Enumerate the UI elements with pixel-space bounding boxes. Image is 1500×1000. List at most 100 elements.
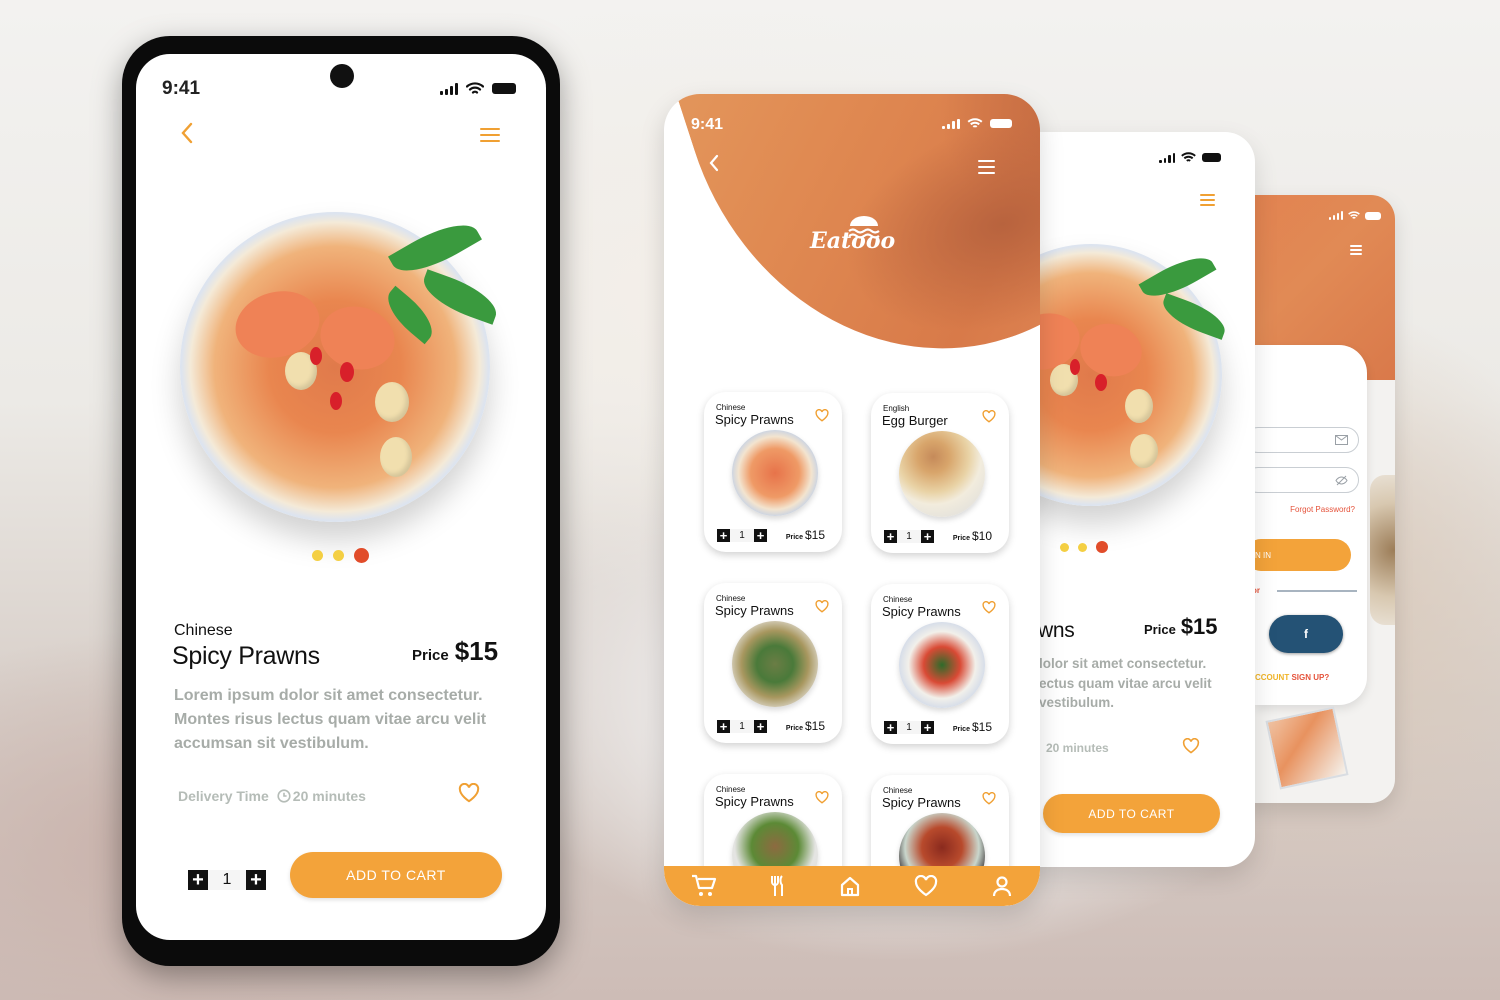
login-card: Forgot Password? N IN or f CCOUNT SIGN U…: [1245, 345, 1367, 705]
menu-item-card[interactable]: Chinese Spicy Prawns + 1 + Price$15: [871, 584, 1009, 744]
back-chevron-icon[interactable]: [708, 154, 720, 172]
favorite-heart-icon[interactable]: [1182, 738, 1200, 754]
delivery-time: 20 minutes: [292, 788, 366, 804]
status-icons: [440, 82, 516, 95]
carousel-dot-active[interactable]: [354, 548, 369, 563]
heart-icon[interactable]: [914, 875, 938, 897]
add-to-cart-button[interactable]: ADD TO CART: [1043, 794, 1220, 833]
favorite-heart-icon[interactable]: [815, 600, 829, 613]
favorite-heart-icon[interactable]: [815, 791, 829, 804]
hamburger-menu-icon[interactable]: [978, 160, 995, 174]
price-label: Price: [785, 725, 803, 732]
status-time: 9:41: [162, 78, 201, 99]
quantity-value[interactable]: 1: [730, 529, 754, 542]
menu-item-image: [899, 431, 985, 517]
forgot-password-link[interactable]: Forgot Password?: [1290, 505, 1355, 514]
price-value: $15: [804, 528, 825, 542]
signup-prompt: CCOUNT SIGN UP?: [1255, 673, 1329, 682]
menu-item-card[interactable]: Chinese Spicy Prawns + 1 + Price$15: [704, 583, 842, 743]
dish-price: Price $15: [1144, 614, 1218, 640]
increment-button[interactable]: +: [754, 720, 767, 733]
increment-button[interactable]: +: [921, 530, 934, 543]
menu-item-card[interactable]: English Egg Burger + 1 + Price $10: [871, 393, 1009, 553]
menu-item-price: Price $15: [786, 719, 825, 733]
hamburger-menu-icon[interactable]: [480, 128, 500, 142]
favorite-heart-icon[interactable]: [982, 792, 996, 805]
battery-icon: [492, 83, 516, 94]
signal-icon: [942, 118, 960, 129]
hamburger-menu-icon[interactable]: [1200, 194, 1215, 206]
increment-button[interactable]: +: [921, 721, 934, 734]
increment-button[interactable]: +: [754, 529, 767, 542]
sign-up-link[interactable]: SIGN UP?: [1291, 673, 1329, 682]
menu-item-card[interactable]: Chinese Spicy Prawns + 1 + Price$15: [704, 392, 842, 552]
menu-item-title: Spicy Prawns: [715, 412, 794, 427]
signal-icon: [440, 82, 458, 95]
menu-item-image: [899, 622, 985, 708]
price-value: $15: [971, 720, 992, 734]
cutlery-icon[interactable]: [770, 875, 786, 897]
dish-image-spicy-prawns: [180, 211, 503, 522]
menu-item-title: Spicy Prawns: [715, 794, 794, 809]
cart-icon[interactable]: [691, 874, 717, 898]
price-label: Price: [412, 647, 449, 664]
email-field[interactable]: [1245, 427, 1359, 453]
device-frame-detail: 9:41 Chinese Spicy Prawns Price $15 Lore…: [122, 36, 560, 966]
price-label: Price: [1144, 622, 1176, 637]
quantity-value[interactable]: 1: [208, 870, 246, 890]
status-time: 9:41: [691, 116, 724, 133]
favorite-heart-icon[interactable]: [982, 410, 996, 423]
carousel-dot-active[interactable]: [1096, 541, 1108, 553]
price-value: $15: [804, 719, 825, 733]
status-icons: [1329, 211, 1381, 220]
signal-icon: [1159, 152, 1175, 163]
menu-item-title: Egg Burger: [882, 413, 948, 428]
front-camera: [330, 64, 354, 88]
favorite-heart-icon[interactable]: [458, 783, 480, 803]
menu-item-category: Chinese: [883, 595, 913, 604]
hamburger-menu-icon[interactable]: [1350, 245, 1362, 255]
carousel-dots: [312, 548, 369, 563]
quantity-value[interactable]: 1: [897, 721, 921, 734]
increment-button[interactable]: +: [246, 870, 266, 890]
favorite-heart-icon[interactable]: [815, 409, 829, 422]
back-chevron-icon[interactable]: [180, 122, 194, 144]
bottom-nav-bar: [664, 866, 1040, 906]
brand-name: Eatooo: [810, 228, 896, 254]
carousel-dot[interactable]: [1060, 542, 1069, 552]
menu-item-category: Chinese: [883, 786, 913, 795]
quantity-stepper: + 1 +: [884, 721, 934, 734]
user-icon[interactable]: [991, 875, 1013, 897]
quantity-value[interactable]: 1: [730, 720, 754, 733]
quantity-stepper: + 1 +: [717, 720, 767, 733]
favorite-heart-icon[interactable]: [982, 601, 996, 614]
home-icon[interactable]: [839, 875, 861, 897]
quantity-value[interactable]: 1: [897, 530, 921, 543]
delivery-time: 20 minutes: [1046, 741, 1109, 755]
account-text: CCOUNT: [1255, 673, 1290, 682]
price-label: Price: [952, 726, 970, 733]
menu-item-category: English: [883, 404, 910, 413]
add-to-cart-button[interactable]: ADD TO CART: [290, 852, 502, 898]
menu-item-title: Spicy Prawns: [715, 603, 794, 618]
signal-icon: [1329, 211, 1343, 220]
decrement-button[interactable]: +: [884, 721, 897, 734]
carousel-dot[interactable]: [312, 550, 323, 561]
decrement-button[interactable]: +: [884, 530, 897, 543]
decrement-button[interactable]: +: [717, 720, 730, 733]
password-field[interactable]: [1245, 467, 1359, 493]
menu-item-category: Chinese: [716, 785, 746, 794]
carousel-dot[interactable]: [1078, 542, 1087, 552]
menu-item-price: Price $10: [953, 529, 992, 543]
menu-item-price: Price $15: [953, 720, 992, 734]
status-icons: [1159, 152, 1221, 163]
menu-item-image: [732, 430, 818, 516]
wifi-icon: [466, 82, 484, 94]
sign-in-button[interactable]: N IN: [1245, 539, 1351, 571]
carousel-dot[interactable]: [333, 550, 344, 561]
eye-off-icon[interactable]: [1335, 475, 1348, 486]
facebook-login-button[interactable]: f: [1269, 615, 1343, 653]
decrement-button[interactable]: +: [188, 870, 208, 890]
decrement-button[interactable]: +: [717, 529, 730, 542]
menu-item-title: Spicy Prawns: [882, 604, 961, 619]
